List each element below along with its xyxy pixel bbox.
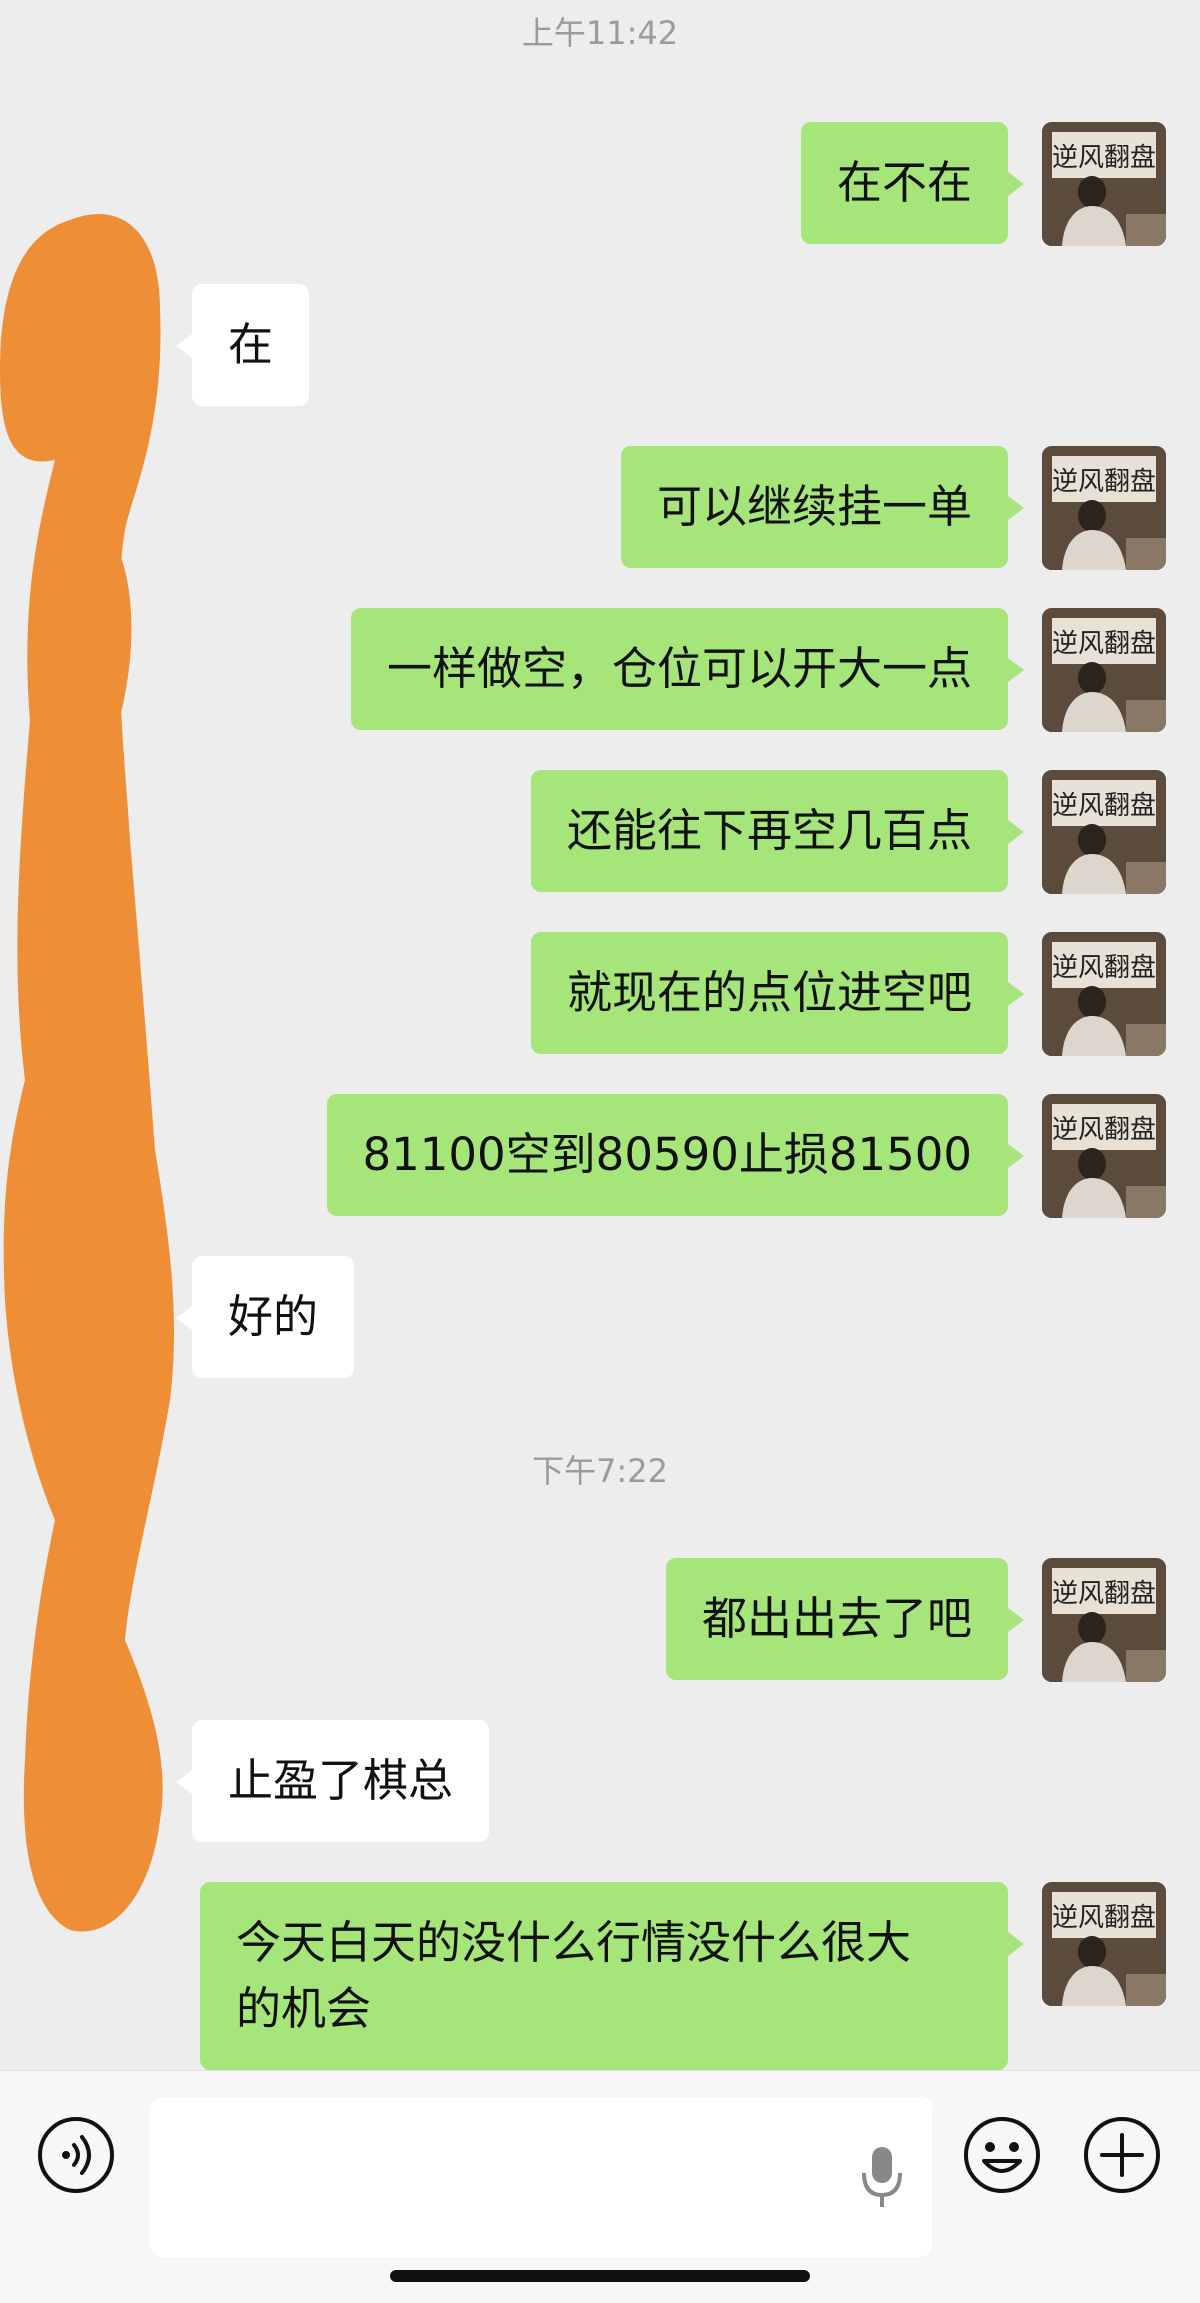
avatar[interactable]: 逆风翻盘 [1042, 446, 1166, 570]
svg-text:逆风翻盘: 逆风翻盘 [1052, 1115, 1156, 1145]
avatar-image-icon: 逆风翻盘 [1042, 770, 1166, 894]
avatar[interactable]: 逆风翻盘 [1042, 1094, 1166, 1218]
avatar-image-icon: 逆风翻盘 [1042, 932, 1166, 1056]
avatar[interactable]: 逆风翻盘 [1042, 932, 1166, 1056]
avatar[interactable]: 逆风翻盘 [1042, 770, 1166, 894]
avatar[interactable]: 逆风翻盘 [1042, 122, 1166, 246]
message-bubble-outgoing[interactable]: 都出出去了吧 [665, 1558, 1025, 1680]
message-bubble-outgoing[interactable]: 在不在 [800, 122, 1025, 244]
input-bar [0, 2070, 1200, 2303]
avatar-image-icon: 逆风翻盘 [1042, 1094, 1166, 1218]
message-input[interactable] [150, 2097, 932, 2257]
timestamp: 下午7:22 [532, 1452, 668, 1490]
svg-text:逆风翻盘: 逆风翻盘 [1052, 953, 1156, 983]
timestamp: 上午11:42 [521, 14, 679, 52]
message-bubble-outgoing[interactable]: 就现在的点位进空吧 [530, 932, 1025, 1054]
chat-area[interactable]: 上午11:42 在不在 逆风翻盘 在 可以继续挂一单 逆风翻盘 一样做空，仓位可… [0, 0, 1200, 2070]
svg-text:逆风翻盘: 逆风翻盘 [1052, 629, 1156, 659]
microphone-icon[interactable] [858, 2141, 906, 2217]
message-bubble-outgoing[interactable]: 可以继续挂一单 [620, 446, 1025, 568]
avatar-image-icon: 逆风翻盘 [1042, 122, 1166, 246]
message-bubble-incoming[interactable]: 在 [175, 284, 310, 406]
svg-text:逆风翻盘: 逆风翻盘 [1052, 1903, 1156, 1933]
voice-icon[interactable] [36, 2115, 116, 2195]
avatar[interactable]: 逆风翻盘 [1042, 1882, 1166, 2006]
avatar-image-icon: 逆风翻盘 [1042, 1558, 1166, 1682]
svg-text:逆风翻盘: 逆风翻盘 [1052, 467, 1156, 497]
redaction-scribble [0, 214, 175, 1932]
message-bubble-incoming[interactable]: 止盈了棋总 [175, 1720, 490, 1842]
avatar[interactable]: 逆风翻盘 [1042, 1558, 1166, 1682]
avatar-image-icon: 逆风翻盘 [1042, 1882, 1166, 2006]
message-bubble-outgoing[interactable]: 还能往下再空几百点 [530, 770, 1025, 892]
avatar-image-icon: 逆风翻盘 [1042, 608, 1166, 732]
message-bubble-outgoing[interactable]: 一样做空，仓位可以开大一点 [350, 608, 1025, 730]
message-bubble-outgoing[interactable]: 今天白天的没什么行情没什么很大 的机会 [200, 1882, 1024, 2070]
avatar[interactable]: 逆风翻盘 [1042, 608, 1166, 732]
svg-text:逆风翻盘: 逆风翻盘 [1052, 143, 1156, 173]
avatar-image-icon: 逆风翻盘 [1042, 446, 1166, 570]
message-bubble-incoming[interactable]: 好的 [175, 1256, 355, 1378]
svg-text:逆风翻盘: 逆风翻盘 [1052, 791, 1156, 821]
plus-icon[interactable] [1082, 2115, 1162, 2195]
message-bubble-outgoing[interactable]: 81100空到80590止损81500 [326, 1094, 1025, 1216]
svg-text:逆风翻盘: 逆风翻盘 [1052, 1579, 1156, 1609]
home-indicator [390, 2270, 810, 2282]
emoji-icon[interactable] [962, 2115, 1042, 2195]
